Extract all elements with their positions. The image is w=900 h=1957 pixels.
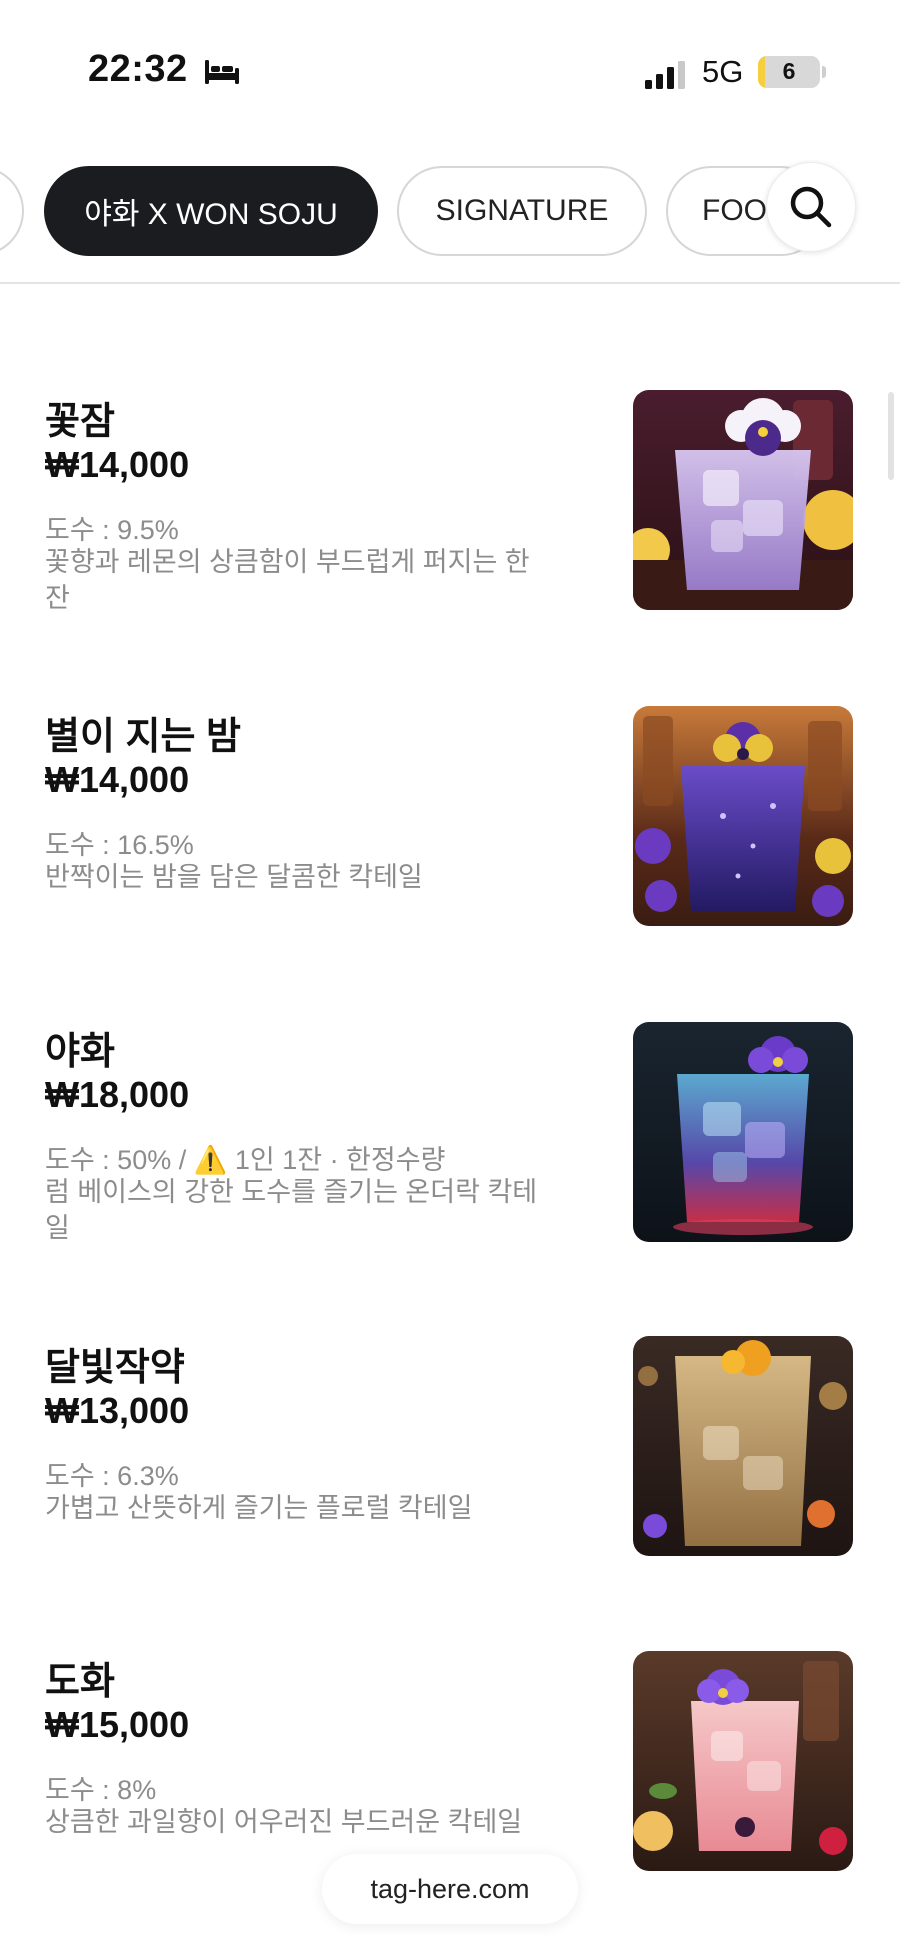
signal-icon: [645, 61, 685, 89]
item-description: 럼 베이스의 강한 도수를 즐기는 온더락 칵테일: [45, 1177, 538, 1243]
item-name: 달빛작약: [45, 1347, 185, 1389]
item-image[interactable]: [633, 706, 853, 926]
status-time: 22:32: [88, 48, 188, 90]
item-abv: 도수 : 8%: [45, 1775, 157, 1805]
item-name: 별이 지는 밤: [45, 716, 241, 758]
search-button[interactable]: [766, 162, 856, 252]
category-tab-bar: 야화 X WON SOJU SIGNATURE FOO: [0, 160, 900, 284]
battery-icon: 6: [758, 56, 820, 88]
item-price: ₩15,000: [45, 1704, 190, 1745]
item-description: 상큼한 과일향이 어우러진 부드러운 칵테일: [45, 1807, 523, 1837]
item-price: ₩14,000: [45, 759, 190, 800]
item-price: ₩18,000: [45, 1074, 190, 1115]
item-price: ₩13,000: [45, 1390, 190, 1431]
status-bar: 22:32 5G 6: [0, 0, 900, 150]
menu-item[interactable]: 꽃잠 ₩14,000 도수 : 9.5% 꽃향과 레몬의 상큼함이 부드럽게 퍼…: [0, 390, 900, 650]
item-image[interactable]: [633, 1336, 853, 1556]
tab-signature[interactable]: SIGNATURE: [397, 166, 647, 256]
item-image[interactable]: [633, 390, 853, 610]
item-abv: 도수 : 9.5%: [45, 515, 179, 545]
menu-item[interactable]: 달빛작약 ₩13,000 도수 : 6.3% 가볍고 산뜻하게 즐기는 플로럴 …: [0, 1336, 900, 1596]
menu-item[interactable]: 야화 ₩18,000 도수 : 50% / ⚠️ 1인 1잔 · 한정수량 럼 …: [0, 1020, 900, 1280]
tab-yahwa-won-soju[interactable]: 야화 X WON SOJU: [44, 166, 378, 256]
item-price: ₩14,000: [45, 444, 190, 485]
item-name: 도화: [45, 1661, 115, 1703]
tab-previous[interactable]: [0, 166, 24, 256]
item-name: 꽃잠: [45, 401, 115, 443]
item-description: 꽃향과 레몬의 상큼함이 부드럽게 퍼지는 한 잔: [45, 547, 530, 613]
item-image[interactable]: [633, 1651, 853, 1871]
network-type: 5G: [702, 54, 744, 89]
item-abv: 도수 : 50% / ⚠️ 1인 1잔 · 한정수량: [45, 1145, 446, 1175]
item-image[interactable]: [633, 1022, 853, 1242]
item-abv: 도수 : 16.5%: [45, 830, 194, 860]
item-abv: 도수 : 6.3%: [45, 1461, 179, 1491]
footer-domain-link[interactable]: tag-here.com: [322, 1854, 578, 1924]
menu-item[interactable]: 별이 지는 밤 ₩14,000 도수 : 16.5% 반짝이는 밤을 담은 달콤…: [0, 705, 900, 965]
item-name: 야화: [45, 1031, 115, 1073]
item-description: 가볍고 산뜻하게 즐기는 플로럴 칵테일: [45, 1493, 473, 1523]
battery-percent: 6: [782, 58, 796, 84]
bed-icon: [205, 60, 239, 84]
search-icon: [790, 186, 832, 228]
item-description: 반짝이는 밤을 담은 달콤한 칵테일: [45, 862, 423, 892]
battery-cap: [822, 66, 826, 78]
